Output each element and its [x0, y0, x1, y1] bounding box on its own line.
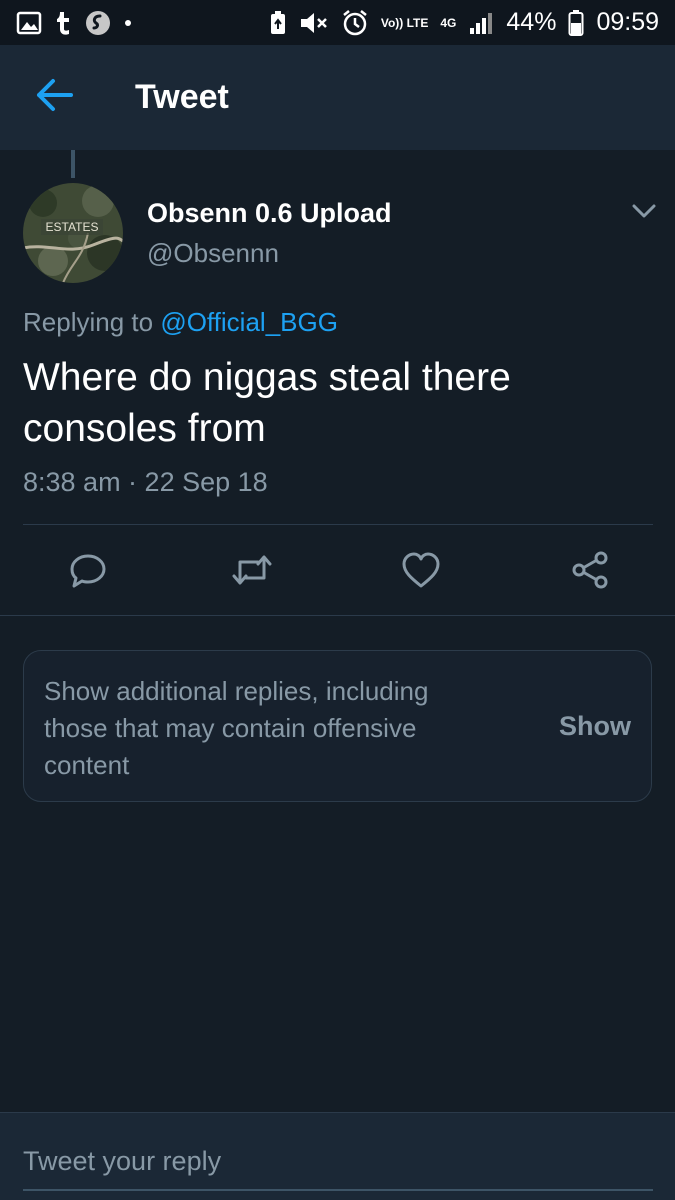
- shazam-icon: [84, 9, 112, 37]
- reply-input-underline: [23, 1189, 653, 1191]
- retweet-icon: [230, 552, 274, 593]
- clock: 09:59: [596, 8, 659, 36]
- mute-icon: [299, 10, 329, 36]
- replying-to-link[interactable]: @Official_BGG: [160, 307, 338, 337]
- signal-icon: [468, 10, 494, 36]
- tweet-menu-button[interactable]: [626, 196, 662, 226]
- app-bar: Tweet: [0, 45, 675, 150]
- notice-text: Show additional replies, including those…: [44, 676, 429, 780]
- divider: [0, 615, 675, 616]
- reply-bar: [0, 1112, 675, 1200]
- tweet-timestamp: 8:38 am · 22 Sep 18: [23, 467, 268, 497]
- network-4g-icon: 4G: [440, 15, 457, 30]
- divider: [23, 524, 653, 525]
- tumblr-icon: [54, 10, 72, 36]
- alarm-icon: [341, 9, 369, 37]
- replying-to: Replying to @Official_BGG: [23, 307, 338, 338]
- heart-icon: [401, 551, 441, 594]
- battery-saver-icon: [269, 10, 287, 36]
- status-bar: Vo)) LTE 4G 44% 09:59: [0, 0, 675, 45]
- reply-input[interactable]: [23, 1141, 653, 1181]
- volte-icon: Vo)) LTE: [380, 15, 429, 30]
- replying-prefix: Replying to: [23, 307, 154, 337]
- reply-icon: [68, 550, 108, 595]
- battery-percent: 44%: [506, 8, 557, 36]
- like-button[interactable]: [397, 548, 445, 596]
- share-icon: [570, 550, 610, 595]
- display-name[interactable]: Obsenn 0.6 Upload: [147, 198, 392, 229]
- back-button[interactable]: [0, 45, 110, 150]
- thread-connector-line: [71, 150, 75, 178]
- avatar-text: ESTATES: [46, 220, 99, 234]
- offensive-replies-notice: Show additional replies, including those…: [23, 650, 652, 802]
- status-bar-right: Vo)) LTE 4G 44% 09:59: [269, 8, 659, 37]
- avatar[interactable]: ESTATES: [23, 183, 123, 283]
- arrow-left-icon: [35, 77, 75, 118]
- show-button[interactable]: Show: [559, 711, 631, 742]
- status-bar-left: [16, 9, 132, 37]
- battery-icon: [568, 9, 584, 37]
- share-button[interactable]: [566, 548, 614, 596]
- chevron-down-icon: [626, 204, 662, 230]
- retweet-button[interactable]: [228, 548, 276, 596]
- tweet-text: Where do niggas steal there consoles fro…: [23, 356, 511, 450]
- page-title: Tweet: [135, 78, 229, 116]
- dot-icon: [124, 19, 132, 27]
- gallery-icon: [16, 10, 42, 36]
- user-handle[interactable]: @Obsennn: [147, 238, 279, 269]
- reply-button[interactable]: [64, 548, 112, 596]
